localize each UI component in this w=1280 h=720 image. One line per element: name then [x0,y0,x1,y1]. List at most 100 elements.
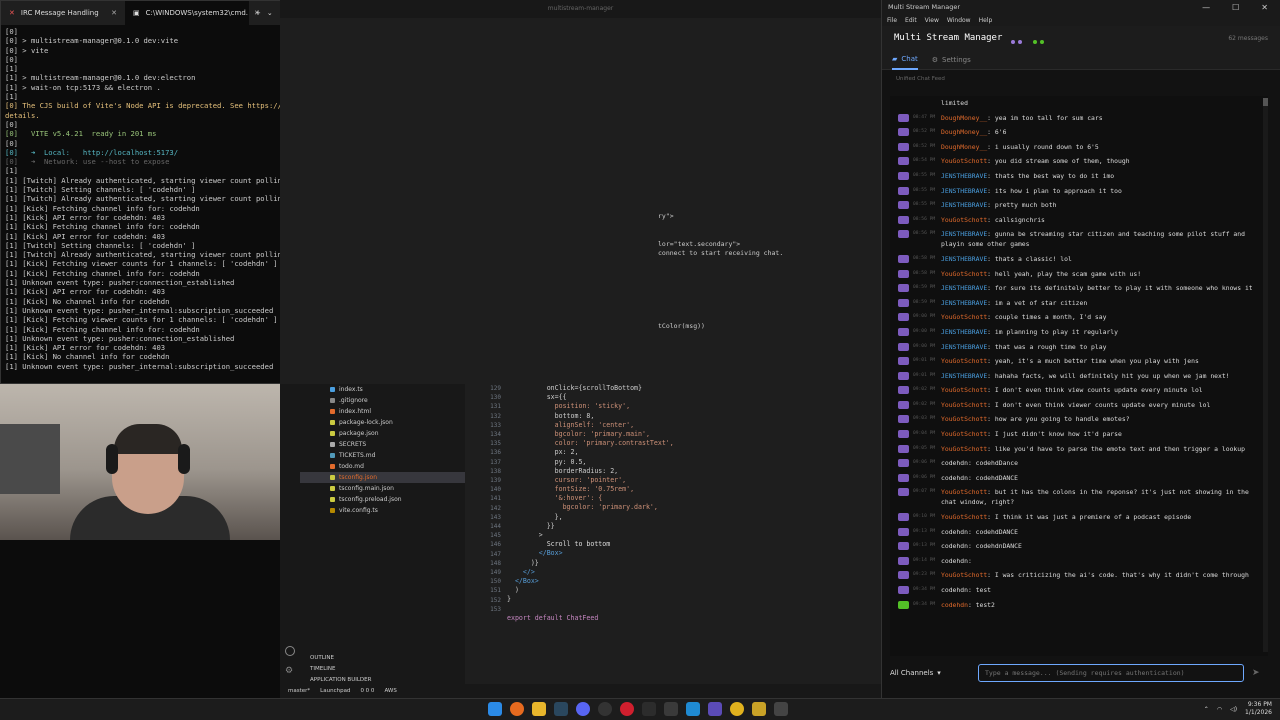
explorer-file[interactable]: .gitignore [300,395,465,406]
message-username[interactable]: YouGotSchott [941,157,987,165]
menu-edit[interactable]: Edit [905,17,917,24]
message-username[interactable]: YouGotSchott [941,571,987,579]
steam-icon[interactable] [554,702,568,716]
explorer-file[interactable]: package.json [300,428,465,439]
discord-icon[interactable] [576,702,590,716]
obs-icon[interactable] [598,702,612,716]
chat-feed[interactable]: limited 08:47 PM DoughMoney__: yea im too … [890,96,1268,656]
wifi-icon[interactable]: ◠ [1217,706,1222,713]
account-icon[interactable] [285,646,295,656]
explorer-file[interactable]: tsconfig.main.json [300,483,465,494]
message-username[interactable]: JENSTHEBRAVE [941,328,987,336]
explorer-file[interactable]: SECRETS [300,439,465,450]
message-username[interactable]: YouGotSchott [941,513,987,521]
terminal-icon: ▣ [133,9,140,17]
windows-start-icon[interactable] [488,702,502,716]
menu-window[interactable]: Window [947,17,971,24]
tab-chat[interactable]: ▰ Chat [892,50,918,70]
message-input[interactable] [978,664,1244,682]
file-explorer-icon[interactable] [532,702,546,716]
message-username[interactable]: YouGotSchott [941,270,987,278]
message-username[interactable]: JENSTHEBRAVE [941,172,987,180]
minimize-icon[interactable]: — [1202,3,1210,12]
close-window-icon[interactable]: ✕ [1261,3,1268,12]
explorer-file[interactable]: index.ts [300,384,465,395]
message-username[interactable]: YouGotSchott [941,445,987,453]
explorer-file[interactable]: todo.md [300,461,465,472]
terminal-tab-irc[interactable]: ✕ IRC Message Handling ✕ [1,1,125,25]
scrollbar-thumb[interactable] [1263,98,1268,106]
message-username[interactable]: JENSTHEBRAVE [941,255,987,263]
tray-chevron-icon[interactable]: ⌃ [1204,706,1209,713]
explorer-file[interactable]: vite.config.ts [300,505,465,516]
chevron-down-icon[interactable]: ⌄ [267,9,273,17]
launchpad-status[interactable]: Launchpad [320,688,350,694]
message-username[interactable]: codehdn [941,528,968,536]
close-tab-icon[interactable]: ✕ [111,9,117,17]
explorer-file[interactable]: TICKETS.md [300,450,465,461]
terminal-icon[interactable] [664,702,678,716]
message-username[interactable]: codehdn [941,459,968,467]
message-username[interactable]: YouGotSchott [941,430,987,438]
code-editor[interactable]: onClick={scrollToBottom} sx={{ position:… [507,384,877,654]
chat-message: 09:07 PM YouGotSchott: but it has the col… [890,487,1268,507]
record-icon[interactable] [620,702,634,716]
message-username[interactable]: JENSTHEBRAVE [941,299,987,307]
message-username[interactable]: codehdn [941,557,968,565]
explorer-file[interactable]: tsconfig.json [300,472,465,483]
app-icon[interactable] [752,702,766,716]
aws-status[interactable]: AWS [384,688,396,694]
app-icon[interactable] [774,702,788,716]
branch-status[interactable]: master* [288,688,310,694]
clock[interactable]: 9:36 PM 1/1/2026 [1245,701,1272,717]
explorer-file[interactable]: index.html [300,406,465,417]
section-timeline[interactable]: TIMELINE [300,664,465,675]
message-username[interactable]: YouGotSchott [941,488,987,496]
message-username[interactable]: JENSTHEBRAVE [941,230,987,238]
file-name: tsconfig.preload.json [339,496,402,503]
explorer-file[interactable]: tsconfig.preload.json [300,494,465,505]
code-line: bgcolor: 'primary.dark', [507,503,658,512]
new-tab-button[interactable]: + [249,9,267,17]
message-username[interactable]: codehdn [941,542,968,550]
message-username[interactable]: YouGotSchott [941,216,987,224]
message-username[interactable]: YouGotSchott [941,357,987,365]
chrome-icon[interactable] [730,702,744,716]
send-icon[interactable]: ➤ [1252,668,1260,678]
clock-date: 1/1/2026 [1245,709,1272,716]
section-outline[interactable]: OUTLINE [300,653,465,664]
message-username[interactable]: JENSTHEBRAVE [941,201,987,209]
app-icon[interactable] [708,702,722,716]
message-username[interactable]: JENSTHEBRAVE [941,372,987,380]
channel-select[interactable]: All Channels ▾ [890,669,970,677]
message-username[interactable]: YouGotSchott [941,313,987,321]
menu-help[interactable]: Help [979,17,993,24]
message-username[interactable]: YouGotSchott [941,401,987,409]
message-username[interactable]: codehdn [941,474,968,482]
message-username[interactable]: DoughMoney__ [941,143,987,151]
volume-icon[interactable]: ◁) [1230,706,1237,713]
menu-file[interactable]: File [887,17,897,24]
message-username[interactable]: JENSTHEBRAVE [941,343,987,351]
menu-view[interactable]: View [925,17,939,24]
gear-icon[interactable]: ⚙ [285,666,293,676]
message-username[interactable]: DoughMoney__ [941,128,987,136]
firefox-icon[interactable] [510,702,524,716]
code-line: } [507,595,511,604]
message-username[interactable]: YouGotSchott [941,415,987,423]
scrollbar[interactable] [1263,98,1268,652]
message-username[interactable]: JENSTHEBRAVE [941,284,987,292]
message-username[interactable]: codehdn [941,601,968,609]
vscode-icon[interactable] [686,702,700,716]
chat-message: 09:34 PM codehdn: test [890,585,1268,595]
maximize-icon[interactable]: ☐ [1232,3,1239,12]
message-username[interactable]: codehdn [941,586,968,594]
message-username[interactable]: JENSTHEBRAVE [941,187,987,195]
app-icon[interactable] [642,702,656,716]
message-username[interactable]: DoughMoney__ [941,114,987,122]
message-username[interactable]: YouGotSchott [941,386,987,394]
terminal-tab-cmd[interactable]: ▣ C:\WINDOWS\system32\cmd. ✕ [125,1,260,25]
problems-status[interactable]: 0 0 0 [360,688,374,694]
explorer-file[interactable]: package-lock.json [300,417,465,428]
tab-settings[interactable]: ⚙ Settings [932,50,971,70]
